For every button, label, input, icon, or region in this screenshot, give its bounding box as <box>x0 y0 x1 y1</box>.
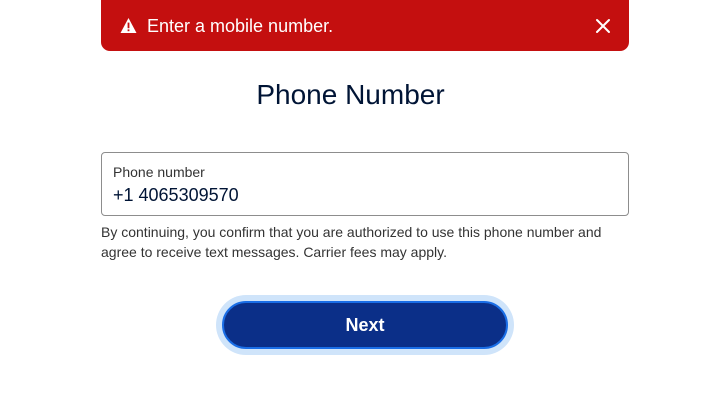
error-alert: Enter a mobile number. <box>101 0 629 51</box>
phone-number-input[interactable] <box>113 183 613 207</box>
warning-icon <box>120 17 137 34</box>
next-button[interactable]: Next <box>222 301 508 349</box>
disclaimer-text: By continuing, you confirm that you are … <box>101 224 602 260</box>
page-title: Phone Number <box>256 79 445 110</box>
close-icon[interactable] <box>595 18 611 34</box>
next-button-focus-ring: Next <box>216 295 514 355</box>
alert-message: Enter a mobile number. <box>147 15 334 36</box>
phone-number-label: Phone number <box>113 164 205 180</box>
phone-number-field[interactable]: Phone number <box>101 152 629 216</box>
